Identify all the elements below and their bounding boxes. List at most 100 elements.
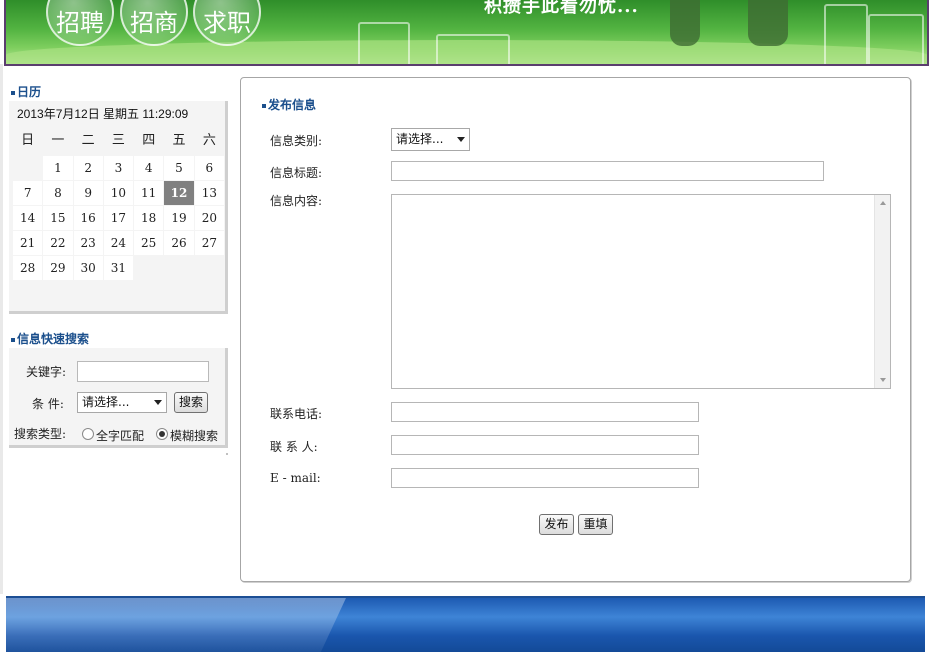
calendar-day[interactable]: 7 (13, 181, 44, 206)
email-input[interactable] (391, 468, 699, 488)
calendar-day[interactable]: 6 (194, 156, 225, 181)
decorative-dot (226, 453, 228, 455)
calendar-day[interactable]: 14 (13, 206, 44, 231)
building-graphic (868, 14, 924, 64)
calendar-day[interactable]: 9 (73, 181, 104, 206)
calendar-day[interactable]: 26 (164, 231, 195, 256)
calendar-day[interactable]: 10 (103, 181, 135, 206)
figure-graphic (748, 0, 788, 46)
calendar-day[interactable]: 11 (134, 181, 165, 206)
footer-shine (6, 598, 346, 652)
calendar-day[interactable]: 8 (43, 181, 74, 206)
calendar-day[interactable]: 30 (73, 256, 104, 281)
left-edge (0, 64, 3, 594)
footer-bar (6, 596, 925, 652)
calendar-day[interactable]: 3 (103, 156, 135, 181)
submit-button[interactable]: 发布 (539, 514, 574, 535)
subject-label: 信息标题: (270, 166, 323, 180)
calendar-title: 日历 (11, 83, 41, 100)
quick-search-title-text: 信息快速搜索 (17, 332, 90, 346)
radio-fuzzy-search[interactable] (156, 428, 168, 440)
contact-label: 联 系 人: (270, 440, 318, 454)
scroll-down-icon[interactable] (880, 378, 886, 382)
building-graphic (436, 34, 510, 64)
calendar-day[interactable]: 28 (13, 256, 44, 281)
quick-search-title: 信息快速搜索 (11, 330, 89, 347)
weekday-header: 一 (43, 126, 74, 156)
calendar-day[interactable]: 27 (194, 231, 225, 256)
nav-recruit-button[interactable]: 招聘 (46, 0, 114, 46)
publish-panel: 发布信息 信息类别: 请选择... 信息标题: 信息内容: 联系电话: 联 系 … (240, 77, 911, 582)
building-graphic (358, 22, 410, 64)
category-select[interactable]: 请选择... (391, 128, 470, 151)
calendar-day[interactable]: 24 (103, 231, 135, 256)
calendar-day[interactable]: 2 (73, 156, 104, 181)
weekday-header: 六 (194, 126, 225, 156)
nav-investment-button[interactable]: 招商 (120, 0, 188, 46)
calendar-day[interactable]: 31 (103, 256, 135, 281)
calendar-day[interactable]: 13 (194, 181, 225, 206)
calendar-day[interactable]: 19 (164, 206, 195, 231)
calendar-week-row: 28 29 30 31 (13, 256, 225, 281)
calendar-day[interactable]: 21 (13, 231, 44, 256)
email-label: E - mail: (270, 471, 321, 485)
scroll-up-icon[interactable] (880, 201, 886, 205)
content-label: 信息内容: (270, 194, 323, 208)
keyword-input[interactable] (77, 361, 209, 382)
condition-select[interactable]: 请选择... (77, 392, 167, 413)
calendar-day[interactable]: 23 (73, 231, 104, 256)
condition-label: 条 件: (32, 397, 64, 411)
calendar-day[interactable]: 1 (43, 156, 74, 181)
calendar-week-row: 14 15 16 17 18 19 20 (13, 206, 225, 231)
calendar-weekday-row: 日 一 二 三 四 五 六 (13, 126, 225, 156)
square-bullet-icon (11, 337, 15, 342)
calendar-day[interactable]: 5 (164, 156, 195, 181)
calendar-day[interactable]: 22 (43, 231, 74, 256)
search-type-label: 搜索类型: (14, 427, 67, 441)
category-select-value: 请选择... (396, 132, 444, 146)
weekday-header: 日 (13, 126, 44, 156)
calendar-day (134, 256, 165, 281)
content-textarea[interactable] (391, 194, 891, 389)
publish-title-text: 发布信息 (268, 98, 317, 112)
calendar-grid: 日 一 二 三 四 五 六 1 2 3 4 5 6 7 8 9 10 11 12… (13, 126, 225, 281)
radio-exact-match-label[interactable]: 全字匹配 (96, 427, 144, 444)
calendar-day[interactable]: 29 (43, 256, 74, 281)
chevron-down-icon (457, 137, 465, 142)
calendar-day[interactable]: 4 (134, 156, 165, 181)
phone-label: 联系电话: (270, 407, 323, 421)
calendar-day[interactable]: 20 (194, 206, 225, 231)
calendar-day[interactable]: 17 (103, 206, 135, 231)
phone-input[interactable] (391, 402, 699, 422)
quick-search-panel: 关键字: 条 件: 请选择... 搜索 搜索类型: 全字匹配 模糊搜索 (9, 348, 228, 448)
calendar-week-row: 7 8 9 10 11 12 13 (13, 181, 225, 206)
chevron-down-icon (154, 400, 162, 405)
nav-jobseek-button[interactable]: 求职 (193, 0, 261, 46)
category-label: 信息类别: (270, 134, 323, 148)
textarea-scrollbar[interactable] (874, 195, 890, 388)
banner-slogan: 积攒手此看勿忧... (484, 0, 639, 17)
calendar-title-text: 日历 (17, 85, 42, 99)
calendar-day[interactable]: 18 (134, 206, 165, 231)
contact-input[interactable] (391, 435, 699, 455)
weekday-header: 二 (73, 126, 104, 156)
calendar-day (164, 256, 195, 281)
calendar-day (194, 256, 225, 281)
calendar-day[interactable]: 25 (134, 231, 165, 256)
header-banner: 招聘 招商 求职 积攒手此看勿忧... (4, 0, 929, 66)
subject-input[interactable] (391, 161, 824, 181)
search-button[interactable]: 搜索 (174, 392, 208, 413)
reset-button[interactable]: 重填 (578, 514, 613, 535)
keyword-label: 关键字: (26, 365, 67, 379)
radio-exact-match[interactable] (82, 428, 94, 440)
square-bullet-icon (262, 103, 266, 108)
building-graphic (824, 4, 868, 64)
radio-fuzzy-search-label[interactable]: 模糊搜索 (170, 427, 218, 444)
publish-title: 发布信息 (262, 96, 316, 113)
calendar-datetime: 2013年7月12日 星期五 11:29:09 (17, 107, 189, 121)
calendar-day-today[interactable]: 12 (164, 181, 195, 206)
calendar-day[interactable]: 15 (43, 206, 74, 231)
calendar-day[interactable]: 16 (73, 206, 104, 231)
square-bullet-icon (11, 90, 15, 95)
calendar-week-row: 1 2 3 4 5 6 (13, 156, 225, 181)
